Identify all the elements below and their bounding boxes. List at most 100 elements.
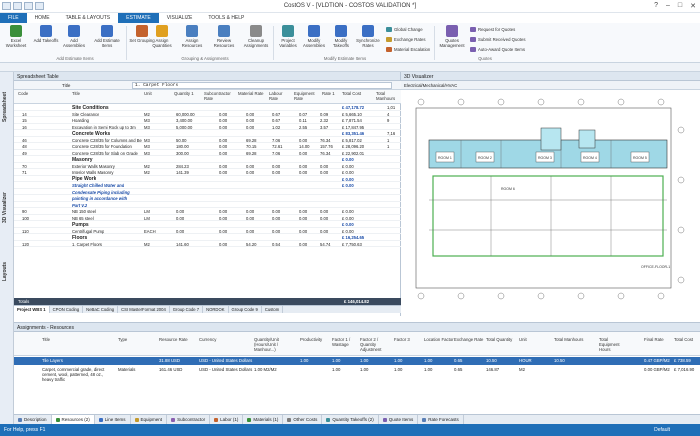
coding-tab[interactable]: NeBaC Coding <box>83 306 119 313</box>
assign-col[interactable]: Exchange Rate <box>454 337 484 342</box>
modify-takeoffs-button[interactable]: Modify Takeoffs <box>327 25 355 55</box>
close-icon[interactable]: ✕ <box>690 2 696 10</box>
request-for-quotes-button[interactable]: Request for Quotes <box>470 27 515 32</box>
assign-col[interactable]: Factor 1 / Wastage <box>332 337 362 347</box>
title-field-input[interactable]: 1. Carpet Floors <box>132 82 392 89</box>
assign-col[interactable]: Currency <box>199 337 229 342</box>
col-title[interactable]: Title <box>72 91 80 97</box>
bottom-tab[interactable]: Resources (2) <box>51 415 95 424</box>
spreadsheet-side-tab[interactable]: Spreadsheet <box>2 92 8 122</box>
add-assemblies-button[interactable]: Add Assemblies <box>60 25 88 55</box>
material-escalation-button[interactable]: Material Escalation <box>386 47 430 52</box>
coding-tab[interactable]: Group Code 9 <box>229 306 262 313</box>
auto-award-quote-items-button[interactable]: Auto-Award Quote Items <box>470 47 525 52</box>
bottom-tab[interactable]: Equipment <box>131 415 168 424</box>
minimize-icon[interactable]: – <box>666 2 670 10</box>
col-unit[interactable]: Unit <box>144 91 152 97</box>
add-estimate-items-button[interactable]: Add Estimate Items <box>90 25 124 55</box>
quotes-management-button[interactable]: Quotes Management <box>436 25 468 55</box>
cell-rate: 0.00 <box>320 228 329 234</box>
assign-col[interactable]: Factor 2 / Quantity Adjustment <box>360 337 390 352</box>
tab-home[interactable]: HOME <box>27 13 58 23</box>
bottom-tab[interactable]: Quantity Takeoffs (2) <box>322 415 379 424</box>
redo-icon[interactable] <box>24 2 33 10</box>
col-equipment-rate[interactable]: Equipment Rate <box>294 91 318 101</box>
assign-col[interactable]: Type <box>118 337 148 342</box>
globe-icon <box>386 27 392 32</box>
bottom-tab[interactable]: Line Items <box>95 415 131 424</box>
assign-col[interactable]: Total Equipment Hours <box>599 337 629 352</box>
assign-col[interactable]: Title <box>42 337 72 342</box>
assignment-row[interactable]: Tile Layers 31.88 USD USD - United States … <box>14 357 700 365</box>
escalation-icon <box>386 47 392 52</box>
assign-col[interactable]: Total Cost <box>674 337 700 342</box>
modify-assemblies-button[interactable]: Modify Assemblies <box>300 25 328 55</box>
assign-col[interactable]: Quantity/Unit (Hours/Unit / Manhour...) <box>254 337 294 352</box>
cleanup-assignments-button[interactable]: Cleanup Assignments <box>240 25 272 55</box>
tab-estimate[interactable]: ESTIMATE <box>118 13 159 23</box>
bottom-tab[interactable]: Description <box>14 415 52 424</box>
col-total-manhours[interactable]: Total Manhours <box>376 91 400 101</box>
coding-tab[interactable]: CSI MasterFormat 2004 <box>118 306 170 313</box>
layouts-side-tab[interactable]: Layouts <box>2 262 8 281</box>
coding-tab[interactable]: NORDOK <box>203 306 229 313</box>
assign-col[interactable]: Resource Rate <box>159 337 189 342</box>
tab-icon <box>18 417 22 422</box>
global-change-button[interactable]: Global Change <box>386 27 423 32</box>
coding-tab[interactable]: Group Code 7 <box>170 306 204 313</box>
table-row[interactable]: 120 1. Carpet Floors M2 141.60 0.00 54.20 0.54… <box>14 241 401 247</box>
assign-cell-f1: 1.00 <box>332 358 341 363</box>
cell-code: 16 <box>22 124 27 130</box>
submit-received-quotes-button[interactable]: Submit Received Quotes <box>470 37 526 42</box>
assign-col[interactable]: Total Quantity <box>486 337 516 342</box>
visualizer-side-tab[interactable]: 3D Visualizer <box>2 192 8 223</box>
assign-quantities-button[interactable]: Assign Quantities <box>148 25 176 55</box>
exchange-rates-button[interactable]: Exchange Rates <box>386 37 426 42</box>
col-total-cost[interactable]: Total Cost <box>342 91 361 97</box>
coding-tab[interactable]: CPON Coding <box>50 306 84 313</box>
undo-icon[interactable] <box>13 2 22 10</box>
bottom-tab[interactable]: Labor (1) <box>210 415 244 424</box>
assign-col[interactable]: Factor 3 <box>394 337 424 342</box>
bottom-tab[interactable]: Other Costs <box>283 415 323 424</box>
col-labour-rate[interactable]: Labour Rate <box>269 91 289 101</box>
coding-tab[interactable]: Project WBS 1 <box>14 306 50 313</box>
bottom-tab[interactable]: Materials (1) <box>243 415 284 424</box>
bottom-tab[interactable]: Quote Items <box>379 415 419 424</box>
tab-table-layouts[interactable]: TABLE & LAYOUTS <box>58 13 119 23</box>
review-resources-button[interactable]: Review Resources <box>210 25 238 55</box>
cell-lab: 1.02 <box>272 124 281 130</box>
col-material-rate[interactable]: Material Rate <box>238 91 264 97</box>
help-icon[interactable]: ? <box>654 2 658 10</box>
assign-resources-button[interactable]: Assign Resources <box>178 25 206 55</box>
cell-title: Excavation in Semi Rock up to 3m <box>72 124 136 130</box>
assign-col[interactable]: Location Factor <box>424 337 454 342</box>
cell-total: £ 5,665.10 <box>342 111 362 117</box>
cell-total: £ 0.00 <box>342 183 354 188</box>
layer-tab[interactable]: Electrical/Mechanical/HVAC <box>404 83 457 88</box>
excel-worksheet-button[interactable]: Excel Worksheet <box>2 25 30 55</box>
col-subcontractor-rate[interactable]: Subcontractor Rate <box>204 91 240 101</box>
print-icon[interactable] <box>35 2 44 10</box>
tab-tools-help[interactable]: TOOLS & HELP <box>200 13 252 23</box>
tab-visualize[interactable]: VISUALIZE <box>159 13 201 23</box>
synchronize-rates-button[interactable]: Synchronize Rates <box>353 25 383 55</box>
bottom-tab[interactable]: Subcontractor <box>167 415 211 424</box>
assign-col[interactable]: Final Rate <box>644 337 674 342</box>
bottom-tab[interactable]: Rate Forecasts <box>418 415 464 424</box>
assign-col[interactable]: Total Manhours <box>554 337 584 342</box>
add-takeoffs-button[interactable]: Add Takeoffs <box>32 25 60 55</box>
assign-col[interactable]: Unit <box>519 337 549 342</box>
assign-col[interactable]: Productivity <box>300 337 330 342</box>
maximize-icon[interactable]: □ <box>678 2 682 10</box>
save-icon[interactable] <box>2 2 11 10</box>
tab-file[interactable]: FILE <box>0 13 27 23</box>
coding-tab[interactable]: Custom <box>262 306 284 313</box>
cell-sub: 0.00 <box>219 163 228 169</box>
col-quantity[interactable]: Quantity 1 <box>174 91 194 97</box>
assignment-row[interactable]: Carpet, commercial grade, direct cement,… <box>14 366 700 386</box>
floor-plan-drawing[interactable]: ROOM 1 ROOM 2 ROOM 3 ROOM 4 ROOM 5 ROOM … <box>401 90 700 316</box>
project-variables-button[interactable]: Project Variables <box>274 25 302 55</box>
col-code[interactable]: Code <box>18 91 28 97</box>
col-rate[interactable]: Rate 1 <box>322 91 335 97</box>
